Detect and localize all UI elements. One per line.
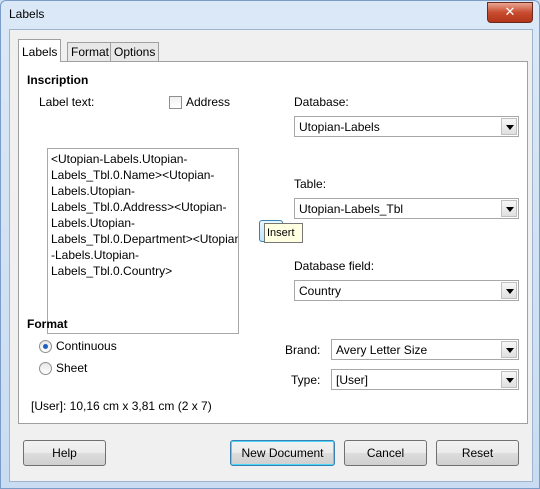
table-combo[interactable]: Utopian-Labels_Tbl — [294, 198, 519, 219]
new-document-button[interactable]: New Document — [230, 440, 335, 466]
label-text-area[interactable]: <Utopian-Labels.Utopian- Labels_Tbl.0.Na… — [47, 148, 239, 334]
database-field-combo[interactable]: Country — [294, 280, 519, 301]
brand-combo[interactable]: Avery Letter Size — [331, 339, 519, 360]
continuous-label: Continuous — [56, 339, 117, 353]
help-button[interactable]: Help — [23, 440, 106, 466]
sheet-radio[interactable] — [39, 362, 52, 375]
chevron-down-icon[interactable] — [501, 341, 517, 358]
type-label: Type: — [291, 373, 321, 387]
database-field-label: Database field: — [294, 259, 375, 273]
address-label: Address — [186, 95, 231, 109]
window-title: Labels — [9, 7, 45, 21]
inscription-heading: Inscription — [27, 73, 89, 87]
close-button[interactable]: ✕ — [487, 2, 533, 23]
reset-button[interactable]: Reset — [436, 440, 519, 466]
chevron-down-icon[interactable] — [501, 200, 517, 217]
insert-tooltip: Insert — [264, 223, 303, 243]
sheet-label: Sheet — [56, 361, 88, 375]
dialog-body: Labels Format Options Inscription Label … — [9, 29, 533, 482]
table-label: Table: — [294, 177, 327, 191]
tab-labels[interactable]: Labels — [18, 39, 62, 62]
label-size-info: [User]: 10,16 cm x 3,81 cm (2 x 7) — [31, 399, 212, 413]
type-value: [User] — [336, 373, 369, 387]
format-heading: Format — [27, 317, 68, 331]
brand-label: Brand: — [285, 343, 321, 357]
cancel-button[interactable]: Cancel — [344, 440, 427, 466]
chevron-down-icon[interactable] — [501, 118, 517, 135]
chevron-down-icon[interactable] — [501, 282, 517, 299]
label-text-label: Label text: — [39, 95, 95, 109]
title-bar: Labels ✕ — [1, 1, 539, 29]
address-checkbox[interactable] — [169, 96, 182, 109]
chevron-down-icon[interactable] — [501, 371, 517, 388]
tab-format[interactable]: Format — [67, 42, 114, 62]
tab-options[interactable]: Options — [110, 42, 160, 62]
database-field-value: Country — [299, 284, 342, 298]
brand-value: Avery Letter Size — [336, 343, 428, 357]
type-combo[interactable]: [User] — [331, 369, 519, 390]
database-value: Utopian-Labels — [299, 120, 380, 134]
labels-dialog: Labels ✕ Labels Format Options Inscripti… — [0, 0, 540, 489]
table-value: Utopian-Labels_Tbl — [299, 202, 404, 216]
database-label: Database: — [294, 95, 349, 109]
continuous-radio[interactable] — [39, 340, 52, 353]
database-combo[interactable]: Utopian-Labels — [294, 116, 519, 137]
